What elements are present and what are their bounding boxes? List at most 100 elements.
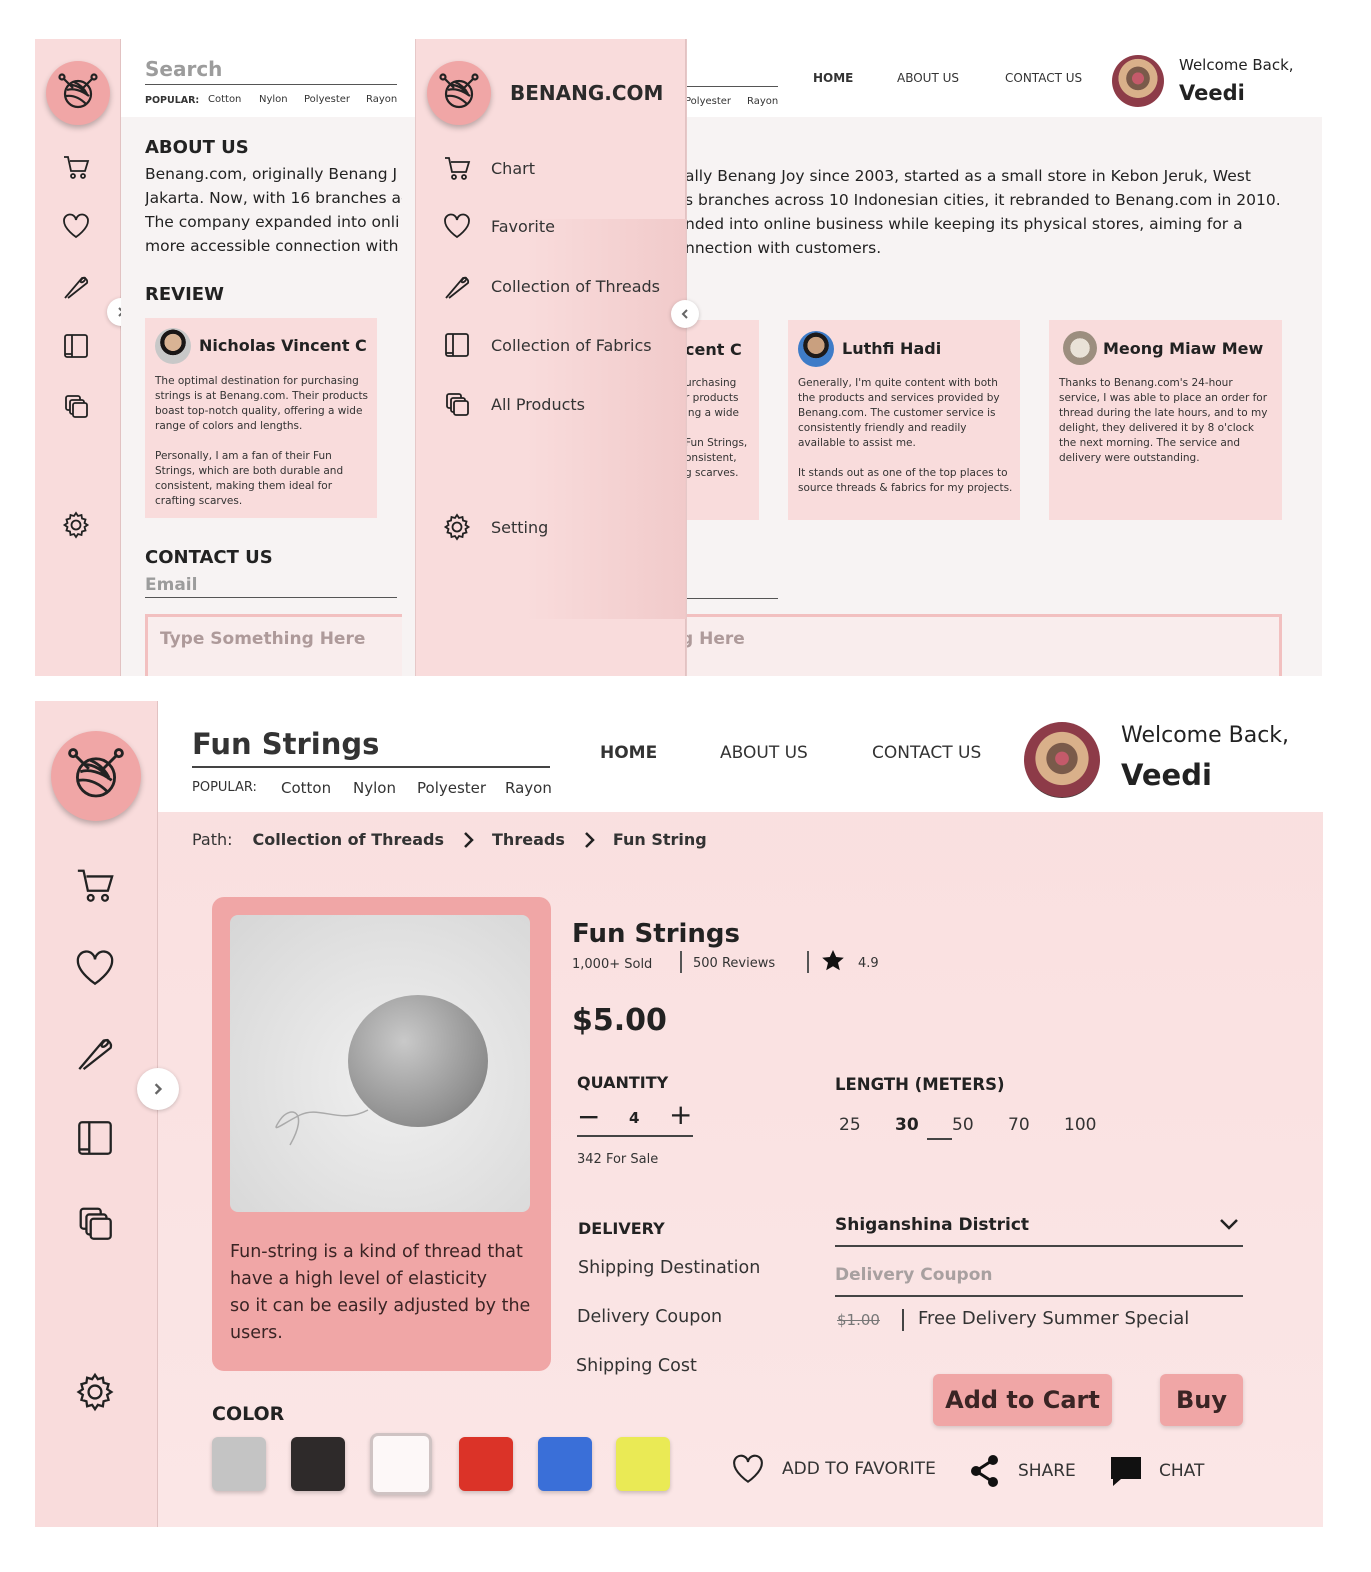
reviewer-avatar <box>155 328 191 364</box>
nav-contact[interactable]: CONTACT US <box>1005 71 1082 85</box>
heart-icon[interactable] <box>61 211 91 241</box>
settings-icon[interactable] <box>61 510 91 540</box>
popular-nylon[interactable]: Nylon <box>353 779 396 797</box>
add-to-favorite-button[interactable]: ADD TO FAVORITE <box>731 1454 936 1484</box>
length-option[interactable]: 50 <box>952 1115 974 1135</box>
reviewer-name: Luthfi Hadi <box>842 339 942 358</box>
needle-icon[interactable] <box>73 1030 117 1074</box>
length-option-selected[interactable]: 30 <box>895 1115 919 1135</box>
nav-contact[interactable]: CONTACT US <box>872 743 981 763</box>
shipping-destination-label: Shipping Destination <box>578 1258 761 1278</box>
yarn-logo-icon[interactable] <box>427 61 491 125</box>
divider <box>807 951 809 973</box>
free-delivery-text: Free Delivery Summer Special <box>918 1308 1190 1329</box>
popular-cotton[interactable]: Cotton <box>208 94 241 105</box>
color-swatch-black[interactable] <box>291 1437 345 1491</box>
review-text-2: It stands out as one of the top places t… <box>798 467 1013 494</box>
nav-about[interactable]: ABOUT US <box>897 71 959 85</box>
menu-item-fabrics[interactable]: Collection of Fabrics <box>443 331 652 359</box>
menu-item-setting[interactable]: Setting <box>443 513 548 541</box>
email-input[interactable]: Email <box>145 575 197 595</box>
user-name: Veedi <box>1179 81 1245 105</box>
user-avatar[interactable] <box>1112 55 1164 107</box>
collapse-sidebar-button[interactable] <box>671 300 699 328</box>
quantity-value[interactable]: 4 <box>629 1109 639 1127</box>
popular-rayon[interactable]: Rayon <box>366 94 397 105</box>
price: $5.00 <box>572 1003 667 1038</box>
review-text: The optimal destination for purchasing s… <box>155 375 369 432</box>
user-avatar[interactable] <box>1024 722 1100 798</box>
reviewer-avatar <box>1063 331 1097 365</box>
popular-rayon[interactable]: Rayon <box>505 779 552 797</box>
breadcrumb-item[interactable]: Threads <box>492 830 565 849</box>
menu-item-threads[interactable]: Collection of Threads <box>443 272 660 300</box>
product-title: Fun Strings <box>572 919 741 949</box>
reviewer-name: Meong Miaw Mew <box>1103 339 1264 358</box>
length-option[interactable]: 25 <box>839 1115 861 1135</box>
reviewer-avatar <box>798 331 834 367</box>
review-card: Nicholas Vincent C The optimal destinati… <box>145 318 377 518</box>
nav-about[interactable]: ABOUT US <box>720 743 808 763</box>
breadcrumb-item: Fun String <box>612 830 707 849</box>
fabric-icon[interactable] <box>61 331 91 361</box>
color-swatch-blue[interactable] <box>538 1437 592 1491</box>
menu-item-favorite[interactable]: Favorite <box>443 213 555 239</box>
length-option[interactable]: 70 <box>1008 1115 1030 1135</box>
review-title: REVIEW <box>145 284 224 305</box>
expand-sidebar-button[interactable] <box>137 1068 179 1110</box>
user-name: Veedi <box>1121 758 1212 792</box>
cart-icon[interactable] <box>61 152 91 182</box>
quantity-stepper: − 4 + <box>577 1101 693 1137</box>
district-select[interactable]: Shiganshina District <box>835 1211 1243 1247</box>
nav-home[interactable]: HOME <box>600 743 657 763</box>
chat-button[interactable]: CHAT <box>1109 1454 1204 1488</box>
products-icon[interactable] <box>61 391 91 421</box>
fabric-icon[interactable] <box>73 1116 117 1160</box>
fabric-icon <box>445 333 469 357</box>
increment-button[interactable]: + <box>669 1101 692 1129</box>
yarn-logo-icon[interactable] <box>46 61 110 125</box>
breadcrumb-item[interactable]: Collection of Threads <box>253 830 444 849</box>
nav-home[interactable]: HOME <box>813 71 853 85</box>
review-count[interactable]: 500 Reviews <box>693 956 775 971</box>
decrement-button[interactable]: − <box>577 1103 600 1131</box>
color-swatch-yellow[interactable] <box>616 1437 670 1491</box>
collapsed-panel: Search POPULAR: Cotton Nylon Polyester R… <box>35 39 402 676</box>
menu-item-all-products[interactable]: All Products <box>443 390 585 418</box>
cart-icon[interactable] <box>73 863 117 907</box>
settings-icon[interactable] <box>73 1370 117 1414</box>
popular-nylon[interactable]: Nylon <box>259 94 288 105</box>
popular-rayon-partial[interactable]: Rayon <box>747 96 778 107</box>
menu-item-chart[interactable]: Chart <box>443 154 535 182</box>
search-input[interactable]: Fun Strings <box>192 727 379 761</box>
color-swatch-gray[interactable] <box>212 1437 266 1491</box>
popular-polyester-partial[interactable]: Polyester <box>685 96 731 107</box>
sold-count: 1,000+ Sold <box>572 957 653 972</box>
length-option[interactable]: 100 <box>1064 1115 1096 1135</box>
share-button[interactable]: SHARE <box>969 1454 1076 1488</box>
yarn-logo-icon[interactable] <box>51 731 141 821</box>
popular-label: POPULAR: <box>192 780 257 795</box>
search-underline <box>145 84 397 85</box>
coupon-input[interactable]: Delivery Coupon <box>835 1261 1243 1297</box>
add-to-cart-button[interactable]: Add to Cart <box>933 1374 1112 1426</box>
brand-name: BENANG.COM <box>510 81 664 105</box>
divider <box>902 1309 904 1331</box>
product-screen: Fun Strings POPULAR: Cotton Nylon Polyes… <box>35 701 1323 1527</box>
search-input[interactable]: Search <box>145 57 222 81</box>
color-swatch-white-selected[interactable] <box>370 1433 432 1495</box>
message-box[interactable]: g Here <box>675 614 1282 676</box>
needle-icon <box>445 276 470 299</box>
sidebar <box>35 39 121 676</box>
needle-icon[interactable] <box>61 271 91 301</box>
buy-button[interactable]: Buy <box>1160 1374 1243 1426</box>
products-icon[interactable] <box>73 1201 117 1245</box>
message-input[interactable]: Type Something Here <box>145 614 402 676</box>
popular-polyester[interactable]: Polyester <box>304 94 350 105</box>
heart-icon[interactable] <box>73 946 117 990</box>
color-swatch-red[interactable] <box>459 1437 513 1491</box>
popular-cotton[interactable]: Cotton <box>281 779 331 797</box>
about-text-right: ally Benang Joy since 2003, started as a… <box>685 167 1281 257</box>
popular-polyester[interactable]: Polyester <box>417 779 486 797</box>
chevron-down-icon <box>1220 1219 1238 1230</box>
